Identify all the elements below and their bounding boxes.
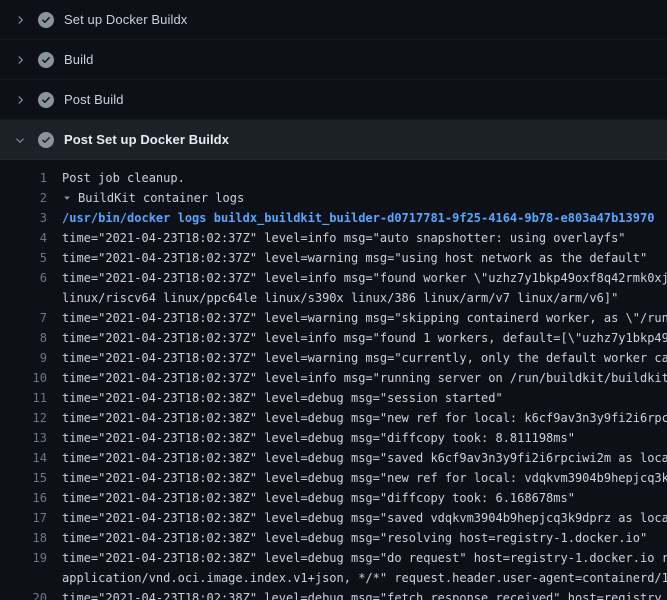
log-line-text: time="2021-04-23T18:02:37Z" level=info m… — [47, 268, 667, 288]
log-line-number[interactable]: 5 — [0, 248, 47, 268]
log-line: 3/usr/bin/docker logs buildx_buildkit_bu… — [0, 208, 667, 228]
chevron-down-icon — [14, 134, 26, 146]
log-line-text: Post job cleanup. — [47, 168, 185, 188]
log-line-number[interactable]: 15 — [0, 468, 47, 488]
log-line-text: time="2021-04-23T18:02:37Z" level=warnin… — [47, 308, 667, 328]
log-line-number[interactable]: 8 — [0, 328, 47, 348]
log-group-toggle[interactable]: BuildKit container logs — [47, 188, 244, 208]
log-line: 4time="2021-04-23T18:02:37Z" level=info … — [0, 228, 667, 248]
log-line-number[interactable]: 4 — [0, 228, 47, 248]
log-line: 12time="2021-04-23T18:02:38Z" level=debu… — [0, 408, 667, 428]
log-line: 16time="2021-04-23T18:02:38Z" level=debu… — [0, 488, 667, 508]
log-line-text: time="2021-04-23T18:02:37Z" level=info m… — [47, 368, 667, 388]
log-line: linux/riscv64 linux/ppc64le linux/s390x … — [0, 288, 667, 308]
log-line: 11time="2021-04-23T18:02:38Z" level=debu… — [0, 388, 667, 408]
log-line-text: time="2021-04-23T18:02:37Z" level=info m… — [47, 328, 667, 348]
log-group-label: BuildKit container logs — [78, 188, 244, 208]
log-line: 5time="2021-04-23T18:02:37Z" level=warni… — [0, 248, 667, 268]
step-header-build[interactable]: Build — [0, 40, 667, 80]
log-command-text: /usr/bin/docker logs buildx_buildkit_bui… — [47, 208, 654, 228]
chevron-right-icon — [14, 14, 26, 26]
log-line-number[interactable]: 7 — [0, 308, 47, 328]
log-line-number[interactable]: 19 — [0, 548, 47, 568]
log-line-text: time="2021-04-23T18:02:38Z" level=debug … — [47, 548, 667, 568]
step-header-post-build[interactable]: Post Build — [0, 80, 667, 120]
log-line-text: time="2021-04-23T18:02:38Z" level=debug … — [47, 448, 667, 468]
log-line-text: time="2021-04-23T18:02:38Z" level=debug … — [47, 468, 667, 488]
log-line-number[interactable]: 1 — [0, 168, 47, 188]
check-circle-icon — [38, 132, 54, 148]
log-line-number[interactable]: 20 — [0, 588, 47, 600]
log-line-text: time="2021-04-23T18:02:38Z" level=debug … — [47, 428, 575, 448]
log-line: 17time="2021-04-23T18:02:38Z" level=debu… — [0, 508, 667, 528]
step-label: Build — [64, 52, 93, 67]
log-line-number[interactable]: 18 — [0, 528, 47, 548]
log-line: 6time="2021-04-23T18:02:37Z" level=info … — [0, 268, 667, 288]
log-line-number[interactable]: 17 — [0, 508, 47, 528]
log-line: 20time="2021-04-23T18:02:38Z" level=debu… — [0, 588, 667, 600]
log-line-text: time="2021-04-23T18:02:38Z" level=debug … — [47, 388, 503, 408]
log-line: 15time="2021-04-23T18:02:38Z" level=debu… — [0, 468, 667, 488]
log-line-number[interactable]: 14 — [0, 448, 47, 468]
log-line-number[interactable]: 9 — [0, 348, 47, 368]
log-line-text: time="2021-04-23T18:02:38Z" level=debug … — [47, 408, 667, 428]
log-line-number[interactable]: 6 — [0, 268, 47, 288]
log-line-text: time="2021-04-23T18:02:37Z" level=info m… — [47, 228, 626, 248]
log-line: 1Post job cleanup. — [0, 168, 667, 188]
triangle-down-icon — [62, 193, 72, 203]
step-label: Post Build — [64, 92, 124, 107]
step-label: Set up Docker Buildx — [64, 12, 187, 27]
log-line-number[interactable]: 12 — [0, 408, 47, 428]
log-line-number[interactable]: 2 — [0, 188, 47, 208]
log-line: 8time="2021-04-23T18:02:37Z" level=info … — [0, 328, 667, 348]
log-line-number[interactable]: 3 — [0, 208, 47, 228]
log-line: 2 BuildKit container logs — [0, 188, 667, 208]
steps-list: Set up Docker Buildx Build Post Build Post … — [0, 0, 667, 160]
log-line-text: time="2021-04-23T18:02:38Z" level=debug … — [47, 508, 667, 528]
log-line-text: application/vnd.oci.image.index.v1+json,… — [47, 568, 667, 588]
log-line-text: time="2021-04-23T18:02:38Z" level=debug … — [47, 528, 647, 548]
log-line: 18time="2021-04-23T18:02:38Z" level=debu… — [0, 528, 667, 548]
log-line-number[interactable]: 16 — [0, 488, 47, 508]
workflow-log-viewer: Set up Docker Buildx Build Post Build Post … — [0, 0, 667, 600]
log-line: application/vnd.oci.image.index.v1+json,… — [0, 568, 667, 588]
log-line-number[interactable]: 10 — [0, 368, 47, 388]
log-line-text: time="2021-04-23T18:02:38Z" level=debug … — [47, 588, 662, 600]
log-line-number — [0, 568, 47, 588]
step-header-post-set-up-docker-buildx[interactable]: Post Set up Docker Buildx — [0, 120, 667, 160]
chevron-right-icon — [14, 94, 26, 106]
log-line-text: time="2021-04-23T18:02:37Z" level=warnin… — [47, 348, 667, 368]
log-line: 7time="2021-04-23T18:02:37Z" level=warni… — [0, 308, 667, 328]
check-circle-icon — [38, 52, 54, 68]
log-line-number[interactable]: 13 — [0, 428, 47, 448]
log-line: 9time="2021-04-23T18:02:37Z" level=warni… — [0, 348, 667, 368]
step-label: Post Set up Docker Buildx — [64, 132, 229, 147]
log-line: 10time="2021-04-23T18:02:37Z" level=info… — [0, 368, 667, 388]
log-line: 14time="2021-04-23T18:02:38Z" level=debu… — [0, 448, 667, 468]
log-line-text: time="2021-04-23T18:02:38Z" level=debug … — [47, 488, 575, 508]
log-panel[interactable]: 1Post job cleanup.2 BuildKit container lo… — [0, 160, 667, 600]
log-line-number[interactable]: 11 — [0, 388, 47, 408]
log-line: 13time="2021-04-23T18:02:38Z" level=debu… — [0, 428, 667, 448]
check-circle-icon — [38, 92, 54, 108]
log-line: 19time="2021-04-23T18:02:38Z" level=debu… — [0, 548, 667, 568]
log-line-text: linux/riscv64 linux/ppc64le linux/s390x … — [47, 288, 618, 308]
log-line-number — [0, 288, 47, 308]
check-circle-icon — [38, 12, 54, 28]
chevron-right-icon — [14, 54, 26, 66]
log-line-text: time="2021-04-23T18:02:37Z" level=warnin… — [47, 248, 647, 268]
step-header-set-up-docker-buildx[interactable]: Set up Docker Buildx — [0, 0, 667, 40]
